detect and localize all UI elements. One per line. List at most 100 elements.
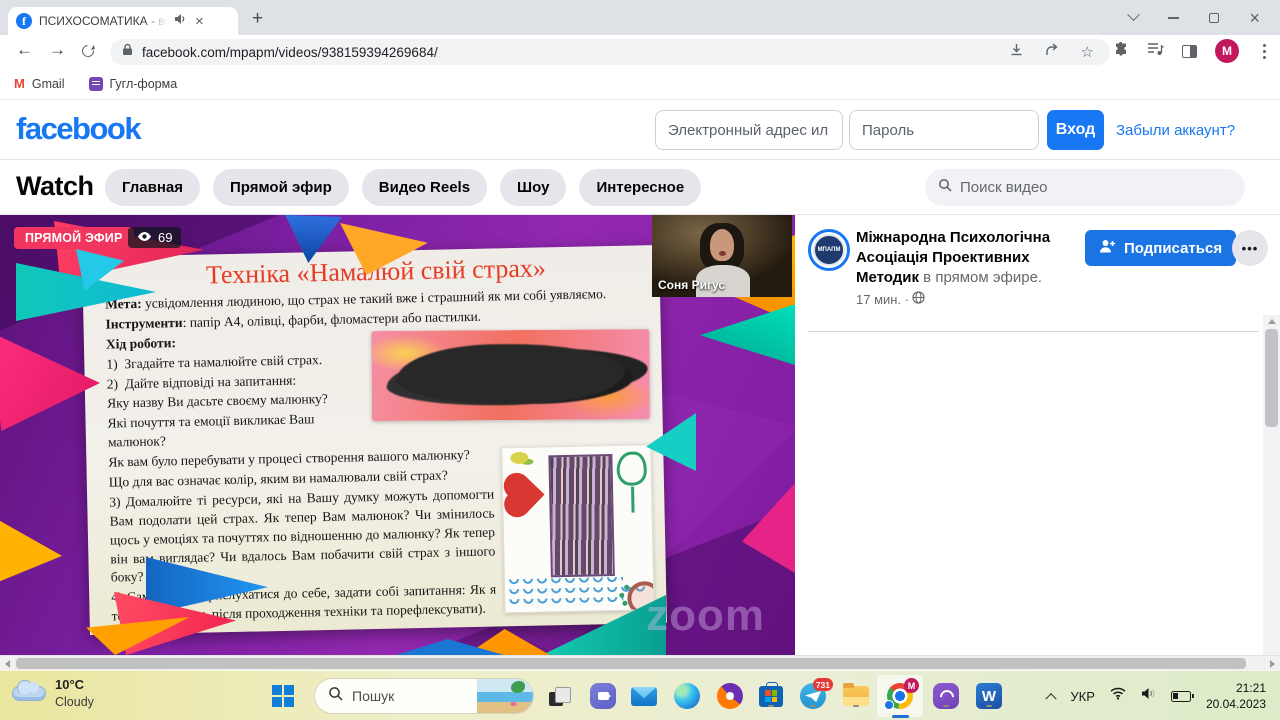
video-search-box[interactable] bbox=[925, 169, 1245, 206]
window-minimize-button[interactable] bbox=[1168, 16, 1180, 19]
reload-button[interactable] bbox=[79, 42, 97, 60]
login-button[interactable]: Вход bbox=[1047, 110, 1104, 150]
telegram-badge: 731 bbox=[812, 678, 833, 691]
bookmark-star-icon[interactable]: ☆ bbox=[1081, 45, 1094, 60]
black-scribble bbox=[396, 343, 625, 405]
edge-button[interactable] bbox=[673, 682, 701, 710]
taskbar-clock[interactable]: 21:21 20.04.2023 bbox=[1206, 680, 1266, 712]
bookmark-gmail[interactable]: M Gmail bbox=[14, 76, 65, 91]
video-search-input[interactable] bbox=[960, 179, 1210, 196]
chat-camera-icon bbox=[590, 683, 616, 709]
wifi-icon[interactable] bbox=[1110, 687, 1126, 705]
volume-icon[interactable] bbox=[1141, 687, 1156, 705]
share-icon[interactable] bbox=[1045, 42, 1060, 62]
window-close-button[interactable]: × bbox=[1249, 9, 1260, 27]
word-button[interactable]: W bbox=[975, 682, 1003, 710]
password-field[interactable] bbox=[849, 110, 1039, 150]
facebook-logo[interactable]: facebook bbox=[16, 111, 142, 147]
scroll-left-arrow[interactable] bbox=[5, 660, 10, 668]
speaker-portrait bbox=[719, 251, 726, 256]
scroll-up-arrow[interactable] bbox=[1267, 319, 1276, 324]
download-icon[interactable] bbox=[1009, 42, 1024, 62]
tray-overflow-chevron-icon[interactable] bbox=[1045, 693, 1058, 705]
facebook-header: facebook Вход Забыли аккаунт? bbox=[0, 100, 1280, 160]
time-ago: 17 мин. · bbox=[856, 291, 910, 307]
more-options-button[interactable]: ••• bbox=[1232, 230, 1268, 266]
antivirus-button[interactable] bbox=[716, 682, 744, 710]
url-text[interactable]: facebook.com/mpapm/videos/93815939426968… bbox=[142, 45, 1000, 60]
search-icon bbox=[938, 178, 952, 197]
browser-toolbar: ← → facebook.com/mpapm/videos/9381593942… bbox=[0, 35, 1280, 68]
mail-button[interactable] bbox=[630, 682, 658, 710]
tab-shows[interactable]: Шоу bbox=[500, 169, 567, 206]
forgot-account-link[interactable]: Забыли аккаунт? bbox=[1116, 122, 1235, 139]
taskbar-search-input[interactable] bbox=[352, 688, 450, 704]
taskbar-search[interactable] bbox=[314, 678, 534, 714]
browser-profile-avatar[interactable]: M bbox=[1215, 39, 1239, 63]
media-controls-icon[interactable] bbox=[1147, 42, 1164, 61]
slide-label: Хід роботи: bbox=[105, 334, 177, 352]
live-badge: ПРЯМОЙ ЭФИР bbox=[14, 227, 134, 249]
chat-button[interactable] bbox=[589, 682, 617, 710]
task-view-button[interactable] bbox=[546, 682, 574, 710]
person-plus-icon bbox=[1099, 238, 1116, 258]
side-panel-icon[interactable] bbox=[1182, 44, 1197, 58]
battery-icon[interactable] bbox=[1170, 690, 1194, 702]
file-explorer-button[interactable] bbox=[842, 682, 870, 710]
task-view-icon bbox=[549, 686, 571, 706]
fear-drawing-scribble bbox=[371, 328, 650, 421]
browser-tab[interactable]: f ПСИХОСОМАТИКА - відкри × bbox=[8, 7, 238, 35]
start-button[interactable] bbox=[272, 685, 294, 707]
tab-audio-icon[interactable] bbox=[174, 12, 186, 30]
watch-title: Watch bbox=[16, 171, 94, 201]
address-bar[interactable]: facebook.com/mpapm/videos/93815939426968… bbox=[110, 39, 1110, 65]
page-name[interactable]: Міжнародна Психологічна Асоціація Проект… bbox=[856, 228, 1093, 288]
viewer-count: 69 bbox=[158, 230, 173, 245]
weather-temp: 10°C bbox=[55, 677, 85, 692]
horizontal-scrollbar[interactable] bbox=[0, 655, 1280, 670]
page-avatar[interactable]: МПАПМ bbox=[808, 229, 850, 271]
video-player[interactable]: Техніка «Намалюй свій страх» Мета: усвід… bbox=[0, 215, 795, 655]
horizontal-scroll-thumb[interactable] bbox=[16, 658, 1246, 669]
windows-taskbar: 10°C Cloudy 731 M W УКР 21 bbox=[0, 670, 1280, 720]
extensions-puzzle-icon[interactable] bbox=[1113, 41, 1129, 62]
bookmark-google-forms[interactable]: Гугл-форма bbox=[88, 76, 177, 91]
forward-button[interactable]: → bbox=[49, 40, 66, 60]
mail-icon bbox=[631, 686, 657, 706]
browser-tab-strip: f ПСИХОСОМАТИКА - відкри × + × bbox=[0, 0, 1280, 35]
tab-home[interactable]: Главная bbox=[105, 169, 201, 206]
new-tab-button[interactable]: + bbox=[252, 8, 263, 30]
language-indicator[interactable]: УКР bbox=[1070, 689, 1095, 704]
viber-button[interactable] bbox=[932, 682, 960, 710]
facebook-favicon-icon: f bbox=[16, 13, 32, 29]
screen: f ПСИХОСОМАТИКА - відкри × + × ← → faceb… bbox=[0, 0, 1280, 720]
folder-icon bbox=[843, 683, 869, 706]
chrome-profile-badge: M bbox=[904, 678, 919, 693]
subscribe-button[interactable]: Подписаться bbox=[1085, 230, 1237, 266]
chrome-profile-chevron-icon[interactable] bbox=[1127, 8, 1141, 22]
back-button[interactable]: ← bbox=[16, 40, 33, 60]
divider bbox=[808, 331, 1258, 332]
tab-reels[interactable]: Видео Reels bbox=[361, 169, 488, 206]
vertical-scroll-thumb[interactable] bbox=[1265, 329, 1278, 427]
gmail-icon: M bbox=[14, 76, 25, 91]
drawing-tree bbox=[616, 451, 648, 487]
scroll-right-arrow[interactable] bbox=[1270, 660, 1275, 668]
browser-menu-icon[interactable] bbox=[1263, 49, 1266, 53]
telegram-button[interactable]: 731 bbox=[799, 678, 833, 710]
eye-icon bbox=[137, 230, 152, 245]
tab-close-icon[interactable]: × bbox=[195, 13, 204, 30]
antivirus-icon bbox=[717, 683, 743, 709]
store-icon bbox=[759, 681, 783, 707]
email-field[interactable] bbox=[655, 110, 843, 150]
chrome-button[interactable]: M bbox=[884, 678, 919, 710]
slide-label: Інструменти bbox=[105, 314, 183, 332]
weather-widget[interactable]: 10°C Cloudy bbox=[12, 677, 94, 710]
tab-explore[interactable]: Интересное bbox=[579, 169, 702, 206]
window-restore-button[interactable] bbox=[1209, 9, 1224, 23]
bookmarks-bar: M Gmail Гугл-форма bbox=[0, 68, 1280, 100]
zoom-watermark: zoom bbox=[646, 591, 765, 640]
tab-live[interactable]: Прямой эфир bbox=[213, 169, 349, 206]
store-button[interactable] bbox=[757, 681, 785, 710]
toolbar-right: M bbox=[1113, 39, 1272, 63]
